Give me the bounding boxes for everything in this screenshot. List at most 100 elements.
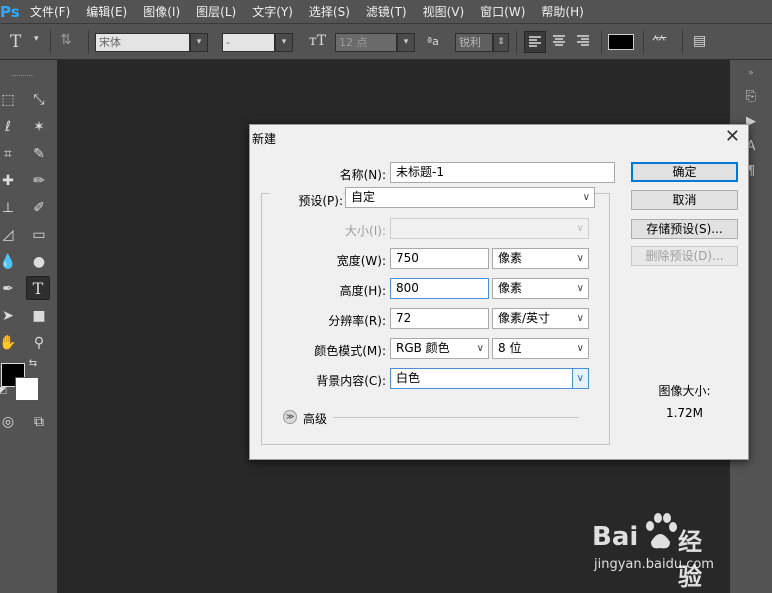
lasso-tool-icon[interactable]: ℓ [0,115,20,139]
crop-tool-icon[interactable]: ⌗ [0,142,20,166]
menu-select[interactable]: 选择(S) [303,0,356,24]
gradient-tool-icon[interactable]: ▭ [27,223,51,247]
divider [601,30,602,54]
path-selection-tool-icon[interactable]: ➤ [0,304,20,328]
font-style-dropdown-icon[interactable]: ▾ [275,33,293,52]
align-left-icon [529,36,541,47]
hand-tool-icon[interactable]: ✋ [0,331,20,355]
chevron-down-icon: ∨ [576,313,584,324]
eraser-tool-icon[interactable]: ◿ [0,223,20,247]
close-icon[interactable]: ✕ [725,127,740,147]
width-unit-value: 像素 [498,251,523,265]
character-panel-icon[interactable]: ▤ [693,33,706,49]
text-color-swatch[interactable] [608,34,634,50]
paw-logo-icon [646,513,677,549]
preset-value: 自定 [351,190,376,204]
type-tool-button-icon[interactable]: T [26,276,50,300]
options-bar: T ▾ ⇅ 宋体 ▾ - ▾ тT 12 点 ▾ ªa 锐利 ⇕ ⺮ ▤ [0,24,772,60]
history-brush-tool-icon[interactable]: ✐ [27,196,51,220]
magic-wand-tool-icon[interactable]: ✶ [27,115,51,139]
resolution-field[interactable]: 72 [390,308,489,329]
preset-label: 预设(P): [270,192,343,209]
pen-tool-icon[interactable]: ✒ [0,277,20,301]
align-right-button[interactable] [573,31,595,53]
resolution-label: 分辨率(R): [328,314,386,328]
panel-collapse-icon[interactable]: » [740,62,762,84]
menu-view[interactable]: 视图(V) [417,0,471,24]
tools-panel: ⬚ ⤡ ℓ ✶ ⌗ ✎ ✚ ✏ ⊥ ✐ ◿ ▭ 💧 ● ✒ T ➤ ■ ✋ ⚲ … [0,60,58,593]
menu-edit[interactable]: 编辑(E) [80,0,133,24]
quick-mask-icon[interactable]: ◎ [0,410,20,434]
resolution-unit-value: 像素/英寸 [498,311,551,325]
expand-advanced-icon[interactable]: ≫ [283,410,297,424]
dodge-tool-icon[interactable]: ● [27,250,51,274]
antialias-field[interactable]: 锐利 [455,33,493,52]
warp-text-icon[interactable]: ⺮ [652,32,667,53]
antialias-dropdown-icon[interactable]: ⇕ [493,33,509,52]
bit-depth-value: 8 位 [498,341,522,355]
advanced-divider [333,417,579,418]
align-center-button[interactable] [549,31,571,53]
brush-tool-icon[interactable]: ✏ [27,169,51,193]
new-document-dialog: 新建 ✕ 名称(N): 未标题-1 预设(P): 自定 ∨ 大小(I): ∨ 宽… [249,124,749,460]
swap-colors-icon[interactable]: ⇆ [26,356,40,370]
history-panel-icon[interactable]: ⎘ [740,85,762,107]
chevron-down-icon: ∨ [576,283,584,294]
delete-preset-button[interactable]: 删除预设(D)... [631,246,738,266]
size-select[interactable]: ∨ [390,218,589,239]
image-size-label: 图像大小: [658,384,711,398]
image-size-value: 1.72M [665,406,704,420]
background-color-swatch[interactable] [15,377,39,401]
chevron-down-icon: ∨ [576,253,584,264]
width-label: 宽度(W): [336,254,386,268]
width-unit-select[interactable]: 像素 ∨ [492,248,589,269]
preset-select[interactable]: 自定 ∨ [345,187,595,208]
move-tool-icon[interactable]: ⤡ [27,88,51,112]
chevron-down-icon: ∨ [476,343,484,354]
menu-type[interactable]: 文字(Y) [246,0,299,24]
font-size-field[interactable]: 12 点 [335,33,397,52]
font-size-dropdown-icon[interactable]: ▾ [397,33,415,52]
menu-file[interactable]: 文件(F) [24,0,76,24]
bit-depth-select[interactable]: 8 位 ∨ [492,338,589,359]
font-family-dropdown-icon[interactable]: ▾ [190,33,208,52]
photoshop-window: Ps 文件(F) 编辑(E) 图像(I) 图层(L) 文字(Y) 选择(S) 滤… [0,0,772,593]
resolution-unit-select[interactable]: 像素/英寸 ∨ [492,308,589,329]
font-style-field[interactable]: - [222,33,275,52]
menu-filter[interactable]: 滤镜(T) [360,0,413,24]
type-tool-icon[interactable]: T [10,32,21,52]
tool-preset-chevron-icon[interactable]: ▾ [34,34,39,44]
ok-button[interactable]: 确定 [631,162,738,182]
color-mode-value: RGB 颜色 [396,341,450,355]
save-preset-button[interactable]: 存储预设(S)... [631,219,738,239]
healing-brush-tool-icon[interactable]: ✚ [0,169,20,193]
rectangle-tool-icon[interactable]: ■ [27,304,51,328]
cancel-button[interactable]: 取消 [631,190,738,210]
toggle-orientation-icon[interactable]: ⇅ [60,32,72,48]
color-mode-label: 颜色模式(M): [314,344,386,358]
chevron-down-icon: ∨ [576,373,584,384]
font-family-field[interactable]: 宋体 [95,33,190,52]
align-left-button[interactable] [524,31,546,53]
align-center-icon [553,35,565,46]
color-mode-select[interactable]: RGB 颜色 ∨ [390,338,489,359]
menu-image[interactable]: 图像(I) [137,0,186,24]
blur-tool-icon[interactable]: 💧 [0,250,20,274]
menu-window[interactable]: 窗口(W) [474,0,531,24]
default-colors-icon[interactable]: ◩ [0,384,10,398]
height-unit-select[interactable]: 像素 ∨ [492,278,589,299]
height-field[interactable]: 800 [390,278,489,299]
width-field[interactable]: 750 [390,248,489,269]
zoom-tool-icon[interactable]: ⚲ [27,331,51,355]
background-contents-select[interactable]: 白色 ∨ [390,368,589,389]
clone-stamp-tool-icon[interactable]: ⊥ [0,196,20,220]
antialias-icon: ªa [427,35,439,48]
name-field[interactable]: 未标题-1 [390,162,615,183]
screen-mode-icon[interactable]: ⧉ [27,410,51,434]
font-size-icon: тT [309,33,327,49]
eyedropper-tool-icon[interactable]: ✎ [27,142,51,166]
menu-help[interactable]: 帮助(H) [535,0,589,24]
menu-layer[interactable]: 图层(L) [190,0,242,24]
marquee-tool-icon[interactable]: ⬚ [0,88,20,112]
dialog-title: 新建 [252,132,277,146]
